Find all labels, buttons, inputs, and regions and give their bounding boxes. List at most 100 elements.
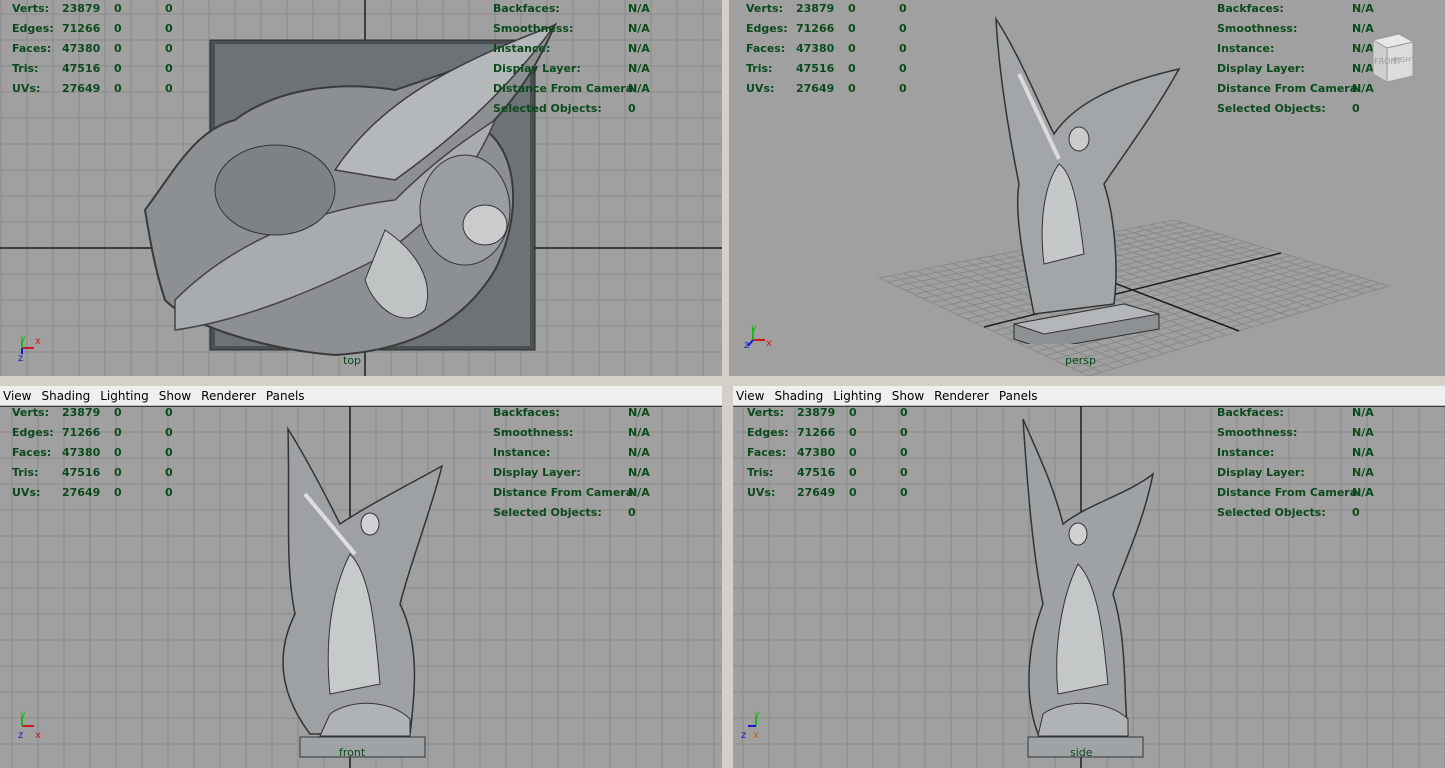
hud-stat-row: Verts: 23879 0 0	[746, 0, 919, 19]
hud-stat-value: 27649	[797, 486, 836, 499]
side-panel-menubar: View Shading Lighting Show Renderer Pane…	[733, 386, 1445, 406]
hud-stat-value: 0	[900, 426, 908, 439]
hud-info-row: Backfaces: N/A	[1217, 0, 1382, 19]
hud-stat-label: Tris:	[12, 62, 39, 75]
hud-info-label: Selected Objects:	[493, 102, 602, 115]
hud-info-row: Display Layer: N/A	[493, 463, 658, 483]
axis-z-label: z	[18, 353, 23, 364]
side-viewport[interactable]: Verts: 23879 0 0 Edges: 71266 0 0 Faces: 47380 0 0 T…	[733, 406, 1445, 768]
persp-viewport[interactable]: Verts: 23879 0 0 Edges: 71266 0 0 Faces: 47380 0 0 T…	[729, 0, 1445, 376]
menu-shading[interactable]: Shading	[774, 389, 823, 403]
front-viewport[interactable]: Verts: 23879 0 0 Edges: 71266 0 0 Faces: 47380 0 0 T…	[0, 406, 722, 768]
hud-info-value: N/A	[628, 82, 650, 95]
hud-info-value: N/A	[628, 486, 650, 499]
hud-info-value: N/A	[1352, 82, 1374, 95]
hud-stat-value: 0	[114, 486, 122, 499]
hud-stat-value: 71266	[796, 22, 835, 35]
hud-info-label: Selected Objects:	[493, 506, 602, 519]
hud-stat-row: Edges: 71266 0 0	[747, 423, 920, 443]
hud-info-value: N/A	[628, 42, 650, 55]
axis-y-label: y	[20, 333, 26, 344]
hud-stat-value: 47380	[62, 42, 101, 55]
hud-info-label: Smoothness:	[493, 426, 574, 439]
grid-line	[1173, 219, 1390, 287]
hud-info-row: Selected Objects: 0	[1217, 99, 1382, 119]
hud-stat-value: 0	[849, 406, 857, 419]
statue-persp-view[interactable]	[984, 14, 1184, 344]
hud-info-label: Backfaces:	[493, 2, 560, 15]
hud-stat-value: 0	[165, 406, 173, 419]
menu-show[interactable]: Show	[159, 389, 191, 403]
hud-stat-value: 0	[849, 426, 857, 439]
hud-info-value: 0	[1352, 506, 1360, 519]
hud-stat-label: UVs:	[12, 486, 41, 499]
hud-stat-value: 0	[114, 466, 122, 479]
hud-poly-count: Verts: 23879 0 0 Edges: 71266 0 0 Faces: 47380 0 0 T…	[12, 0, 185, 99]
menu-lighting[interactable]: Lighting	[100, 389, 149, 403]
hud-info-label: Instance:	[1217, 42, 1275, 55]
hud-info-value: N/A	[1352, 446, 1374, 459]
hud-info-value: N/A	[1352, 426, 1374, 439]
hud-stat-label: Verts:	[747, 406, 785, 419]
hud-info-value: 0	[628, 102, 636, 115]
hud-stat-value: 0	[165, 62, 173, 75]
hud-stat-value: 23879	[797, 406, 836, 419]
hud-info-row: Backfaces: N/A	[493, 0, 658, 19]
hud-info-row: Smoothness: N/A	[493, 423, 658, 443]
hud-stat-value: 0	[165, 486, 173, 499]
hud-stat-value: 47380	[62, 446, 101, 459]
hud-stat-label: Edges:	[747, 426, 789, 439]
view-cube[interactable]: FRONT RIGHT	[1369, 30, 1417, 82]
hud-stat-value: 23879	[62, 406, 101, 419]
hud-stat-row: Tris: 47516 0 0	[747, 463, 920, 483]
hud-info-label: Display Layer:	[1217, 466, 1305, 479]
menu-panels[interactable]: Panels	[999, 389, 1038, 403]
hud-info-label: Smoothness:	[1217, 426, 1298, 439]
hud-stat-value: 0	[848, 22, 856, 35]
hud-info-value: 0	[1352, 102, 1360, 115]
hud-info-row: Instance: N/A	[493, 39, 658, 59]
hud-object-info: Backfaces: N/A Smoothness: N/A Instance: N/A D…	[1217, 0, 1382, 119]
hud-info-row: Smoothness: N/A	[493, 19, 658, 39]
hud-stat-value: 0	[900, 466, 908, 479]
hud-stat-value: 47380	[796, 42, 835, 55]
hud-poly-count: Verts: 23879 0 0 Edges: 71266 0 0 Faces: 47380 0 0 T…	[746, 0, 919, 99]
hud-stat-value: 71266	[62, 22, 101, 35]
hud-stat-value: 0	[165, 446, 173, 459]
hud-info-value: N/A	[628, 406, 650, 419]
hud-stat-value: 47380	[797, 446, 836, 459]
hud-stat-value: 0	[114, 406, 122, 419]
hud-stat-value: 0	[165, 42, 173, 55]
hud-info-row: Smoothness: N/A	[1217, 423, 1382, 443]
axis-z-label: z	[741, 730, 746, 741]
hud-stat-value: 47516	[797, 466, 836, 479]
hud-stat-label: Verts:	[12, 406, 50, 419]
hud-stat-value: 71266	[62, 426, 101, 439]
hud-info-label: Selected Objects:	[1217, 102, 1326, 115]
menu-panels[interactable]: Panels	[266, 389, 305, 403]
hud-stat-value: 27649	[796, 82, 835, 95]
menu-view[interactable]: View	[3, 389, 31, 403]
axis-x-label: x	[753, 730, 759, 741]
menu-show[interactable]: Show	[892, 389, 924, 403]
menu-renderer[interactable]: Renderer	[934, 389, 989, 403]
hud-stat-value: 0	[899, 62, 907, 75]
hud-stat-label: Faces:	[747, 446, 787, 459]
top-viewport[interactable]: Verts: 23879 0 0 Edges: 71266 0 0 Faces: 47380 0 0 T…	[0, 0, 722, 376]
viewcube-right-label: RIGHT	[1393, 56, 1416, 64]
hud-stat-value: 0	[848, 42, 856, 55]
front-viewport-pane: View Shading Lighting Show Renderer Pane…	[0, 386, 722, 768]
menu-shading[interactable]: Shading	[41, 389, 90, 403]
statue-front-view[interactable]	[270, 414, 450, 759]
hud-stat-value: 0	[848, 62, 856, 75]
menu-renderer[interactable]: Renderer	[201, 389, 256, 403]
hud-stat-row: Faces: 47380 0 0	[746, 39, 919, 59]
statue-side-view[interactable]	[1018, 414, 1158, 759]
hud-stat-value: 0	[165, 22, 173, 35]
hud-stat-value: 0	[899, 22, 907, 35]
menu-lighting[interactable]: Lighting	[833, 389, 882, 403]
hud-info-label: Instance:	[493, 42, 551, 55]
menu-view[interactable]: View	[736, 389, 764, 403]
hud-info-value: N/A	[628, 2, 650, 15]
hud-info-row: Display Layer: N/A	[1217, 59, 1382, 79]
